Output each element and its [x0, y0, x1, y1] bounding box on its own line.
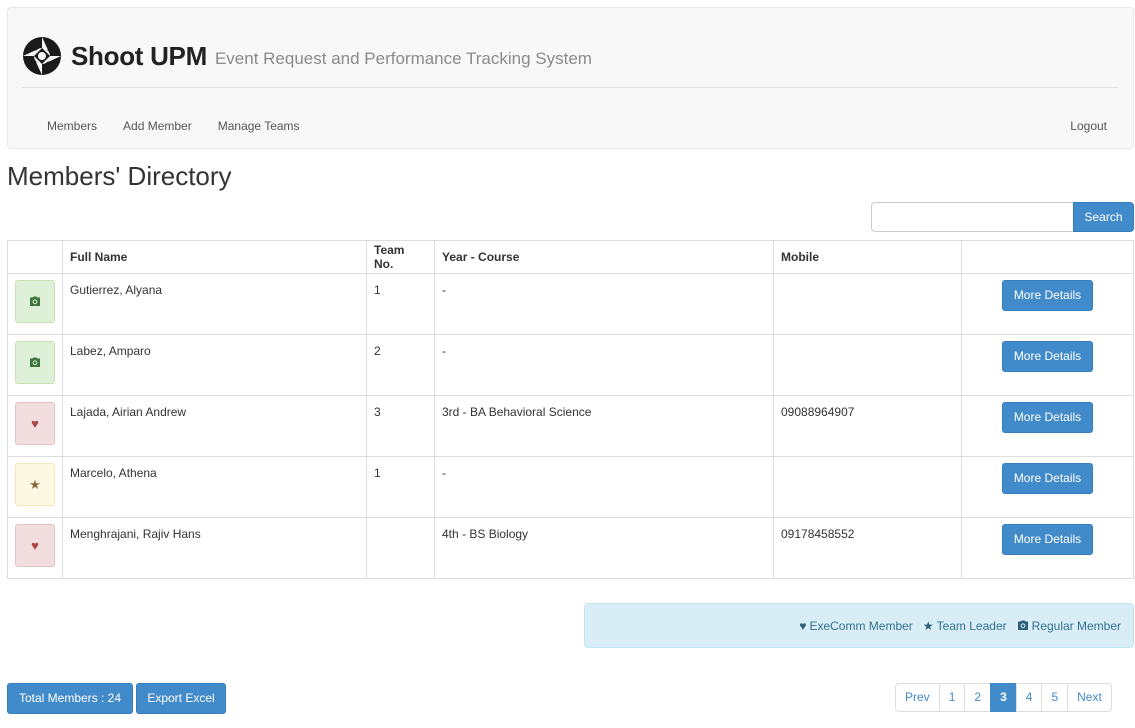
page-1[interactable]: 1 — [938, 683, 966, 712]
action-cell: More Details — [961, 456, 1134, 518]
shutter-logo-icon — [23, 37, 61, 75]
team-no-cell: 1 — [366, 456, 435, 518]
table-header-row: Full Name Team No. Year - Course Mobile — [7, 240, 1134, 274]
page-title: Members' Directory — [7, 161, 232, 191]
page-3[interactable]: 3 — [990, 683, 1017, 712]
role-cell: ♥ — [7, 395, 63, 457]
legend-exec: ♥ ExeComm Member — [799, 619, 912, 633]
header-year-course: Year - Course — [434, 240, 774, 274]
navbar: Shoot UPM Event Request and Performance … — [7, 7, 1134, 149]
nav-members-link[interactable]: Members — [47, 119, 97, 133]
export-excel-button[interactable]: Export Excel — [136, 683, 226, 714]
star-icon: ★ — [922, 618, 934, 633]
camera-icon — [30, 357, 40, 367]
search-button[interactable]: Search — [1073, 202, 1134, 232]
role-badge: ♥ — [15, 524, 55, 567]
search-form: Search — [871, 202, 1134, 232]
star-icon: ★ — [29, 477, 41, 492]
year-course-cell: - — [434, 334, 774, 396]
table-row: ♥ Lajada, Airian Andrew 3 3rd - BA Behav… — [7, 395, 1134, 457]
role-badge — [15, 280, 55, 323]
total-members-badge[interactable]: Total Members : 24 — [7, 683, 133, 714]
action-cell: More Details — [961, 273, 1134, 335]
header-actions — [961, 240, 1134, 274]
table-row: Labez, Amparo 2 - More Details — [7, 334, 1134, 396]
legend-regular: Regular Member — [1017, 619, 1121, 633]
page-prev[interactable]: Prev — [895, 683, 940, 712]
table-row: Gutierrez, Alyana 1 - More Details — [7, 273, 1134, 335]
header-mobile: Mobile — [773, 240, 962, 274]
team-no-cell — [366, 517, 435, 579]
full-name-cell: Menghrajani, Rajiv Hans — [62, 517, 367, 579]
page-5[interactable]: 5 — [1041, 683, 1069, 712]
camera-icon — [1017, 620, 1028, 630]
role-badge: ♥ — [15, 402, 55, 445]
logout-link[interactable]: Logout — [1070, 119, 1107, 133]
table-row: ★ Marcelo, Athena 1 - More Details — [7, 456, 1134, 518]
full-name-cell: Lajada, Airian Andrew — [62, 395, 367, 457]
page-next[interactable]: Next — [1067, 683, 1112, 712]
role-cell: ♥ — [7, 517, 63, 579]
more-details-button[interactable]: More Details — [1002, 280, 1093, 311]
action-cell: More Details — [961, 517, 1134, 579]
nav-links: Members Add Member Manage Teams — [47, 119, 326, 133]
role-cell — [7, 273, 63, 335]
table-row: ♥ Menghrajani, Rajiv Hans 4th - BS Biolo… — [7, 517, 1134, 579]
legend-exec-label: ExeComm Member — [809, 618, 913, 633]
role-badge — [15, 341, 55, 384]
search-input[interactable] — [871, 202, 1073, 232]
role-cell: ★ — [7, 456, 63, 518]
team-no-cell: 3 — [366, 395, 435, 457]
page-2[interactable]: 2 — [964, 683, 992, 712]
mobile-cell — [773, 456, 962, 518]
nav-manage-teams-link[interactable]: Manage Teams — [218, 119, 300, 133]
nav-divider — [22, 87, 1119, 88]
mobile-cell: 09088964907 — [773, 395, 962, 457]
brand[interactable]: Shoot UPM Event Request and Performance … — [22, 36, 592, 76]
header-role — [7, 240, 63, 274]
heart-icon: ♥ — [31, 538, 39, 553]
year-course-cell: 3rd - BA Behavioral Science — [434, 395, 774, 457]
brand-subtitle: Event Request and Performance Tracking S… — [214, 49, 592, 68]
full-name-cell: Gutierrez, Alyana — [62, 273, 367, 335]
role-badge: ★ — [15, 463, 55, 506]
action-cell: More Details — [961, 395, 1134, 457]
full-name-cell: Marcelo, Athena — [62, 456, 367, 518]
nav-add-member-link[interactable]: Add Member — [123, 119, 192, 133]
role-cell — [7, 334, 63, 396]
legend-leader-label: Team Leader — [936, 618, 1007, 633]
year-course-cell: 4th - BS Biology — [434, 517, 774, 579]
mobile-cell — [773, 273, 962, 335]
mobile-cell — [773, 334, 962, 396]
heart-icon: ♥ — [31, 416, 39, 431]
full-name-cell: Labez, Amparo — [62, 334, 367, 396]
year-course-cell: - — [434, 456, 774, 518]
role-legend: ♥ ExeComm Member ★ Team Leader Regular M… — [584, 603, 1134, 648]
more-details-button[interactable]: More Details — [1002, 402, 1093, 433]
year-course-cell: - — [434, 273, 774, 335]
more-details-button[interactable]: More Details — [1002, 524, 1093, 555]
more-details-button[interactable]: More Details — [1002, 341, 1093, 372]
mobile-cell: 09178458552 — [773, 517, 962, 579]
brand-title: Shoot UPM — [71, 40, 207, 71]
members-table: Full Name Team No. Year - Course Mobile … — [7, 240, 1134, 579]
legend-regular-label: Regular Member — [1031, 618, 1121, 633]
camera-icon — [30, 296, 40, 306]
action-cell: More Details — [961, 334, 1134, 396]
pagination: Prev 1 2 3 4 5 Next — [895, 683, 1112, 712]
page-4[interactable]: 4 — [1015, 683, 1043, 712]
team-no-cell: 1 — [366, 273, 435, 335]
heart-icon: ♥ — [799, 618, 807, 633]
more-details-button[interactable]: More Details — [1002, 463, 1093, 494]
team-no-cell: 2 — [366, 334, 435, 396]
header-full-name: Full Name — [62, 240, 367, 274]
header-team-no: Team No. — [366, 240, 435, 274]
legend-leader: ★ Team Leader — [923, 619, 1007, 633]
